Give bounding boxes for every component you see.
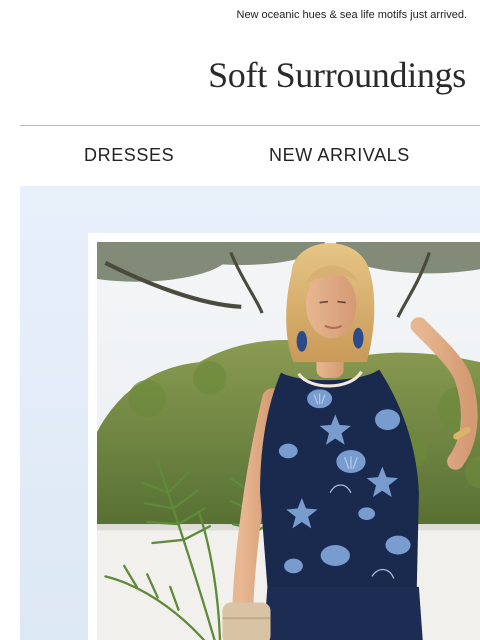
nav-item-new-arrivals[interactable]: NEW ARRIVALS xyxy=(269,145,410,166)
main-nav: DRESSES NEW ARRIVALS xyxy=(0,145,480,169)
brand-logo[interactable]: Soft Surroundings xyxy=(208,54,466,96)
hero-banner[interactable] xyxy=(20,186,480,640)
model-photo-illustration xyxy=(97,242,480,640)
hero-photo[interactable] xyxy=(97,242,480,640)
header-divider xyxy=(20,125,480,126)
preheader-text: New oceanic hues & sea life motifs just … xyxy=(236,9,468,21)
hero-photo-frame xyxy=(88,233,480,640)
nav-item-dresses[interactable]: DRESSES xyxy=(84,145,174,166)
